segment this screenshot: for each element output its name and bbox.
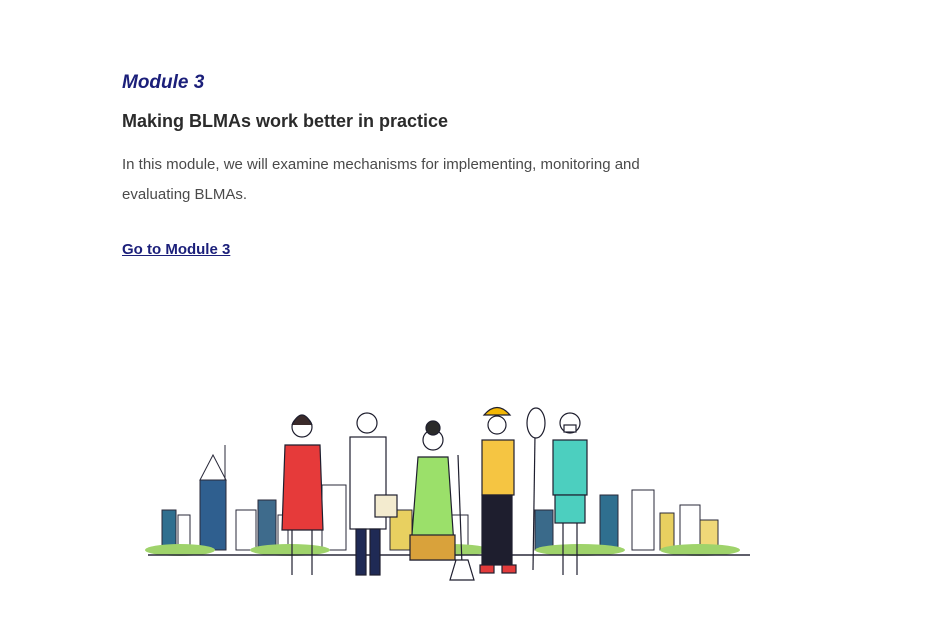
- workers-city-illustration: [145, 406, 750, 581]
- go-to-module-link[interactable]: Go to Module 3: [122, 241, 230, 258]
- module-description: In this module, we will examine mechanis…: [122, 156, 640, 203]
- module-label: Module 3: [122, 72, 205, 93]
- doctor-figure: [349, 412, 398, 576]
- module-title: Making BLMAs work better in practice: [122, 111, 449, 131]
- woman-green-dress-figure: [409, 420, 475, 581]
